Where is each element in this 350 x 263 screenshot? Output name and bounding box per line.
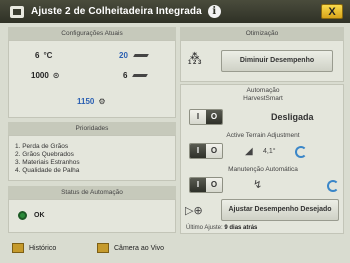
live-camera-label: Câmera ao Vivo bbox=[114, 244, 165, 252]
priorities-header: Prioridades bbox=[8, 122, 176, 135]
angle-value: 4,1° bbox=[263, 148, 276, 155]
last-adjust-value: 9 dias atrás bbox=[224, 225, 258, 231]
steps-label: 1 2 3 bbox=[188, 60, 202, 66]
priorities-list: 1. Perda de Grãos 2. Grãos Quebrados 3. … bbox=[15, 143, 80, 175]
setting-value: 6 bbox=[35, 51, 40, 60]
automation-status-header: Status de Automação bbox=[8, 186, 176, 199]
settings-row-1-left: 6 °C bbox=[35, 51, 52, 60]
last-adjustment: Último Ajuste: 9 dias atrás bbox=[186, 225, 257, 231]
harvest-smart-status: Desligada bbox=[271, 112, 314, 122]
sieve-icon bbox=[132, 74, 149, 77]
harvest-smart-toggle[interactable]: I O bbox=[189, 109, 223, 125]
reduce-performance-button[interactable]: Diminuir Desempenho bbox=[221, 50, 333, 72]
priorities-panel: 1. Perda de Grãos 2. Grãos Quebrados 3. … bbox=[8, 135, 176, 181]
status-ok-icon bbox=[18, 211, 27, 220]
fan-speed-icon: ⚙ bbox=[98, 97, 106, 106]
automation-status-panel: OK bbox=[8, 199, 176, 233]
setting-value: 20 bbox=[119, 51, 128, 60]
settings-row-3: 1150 ⚙ bbox=[77, 97, 106, 106]
setting-value: 1150 bbox=[77, 97, 95, 106]
status-text: OK bbox=[34, 212, 45, 219]
temperature-unit: °C bbox=[43, 51, 53, 60]
toggle-on-option[interactable]: I bbox=[190, 144, 206, 158]
auto-maint-label: Manutenção Automática bbox=[228, 166, 298, 173]
info-icon[interactable]: i bbox=[207, 5, 221, 18]
toggle-off-option[interactable]: O bbox=[206, 110, 222, 124]
ata-label: Active Terrain Adjustment bbox=[226, 132, 300, 139]
optimization-header: Otimização bbox=[180, 27, 344, 40]
harvest-smart-label: HarvestSmart bbox=[243, 95, 283, 102]
camera-icon bbox=[97, 243, 109, 253]
priority-item: 2. Grãos Quebrados bbox=[15, 151, 74, 158]
live-camera-button[interactable]: Câmera ao Vivo bbox=[97, 240, 164, 256]
target-icon: ▷⊕ bbox=[185, 205, 203, 217]
progress-spinner-icon bbox=[295, 146, 307, 158]
title-bar: Ajuste 2 de Colheitadeira Integrada i X bbox=[0, 0, 350, 23]
history-label: Histórico bbox=[29, 244, 57, 252]
settings-row-2-right: 6 bbox=[123, 71, 149, 80]
progress-spinner-icon bbox=[327, 180, 339, 192]
last-adjust-label: Último Ajuste: bbox=[186, 225, 223, 231]
adjust-desired-performance-button[interactable]: Ajustar Desempenho Desejado bbox=[221, 199, 339, 221]
toggle-on-option[interactable]: I bbox=[190, 178, 206, 192]
current-settings-header: Configurações Atuais bbox=[8, 27, 176, 40]
automation-panel: Automação HarvestSmart I O Desligada Act… bbox=[180, 84, 344, 234]
auto-maint-toggle[interactable]: I O bbox=[189, 177, 223, 193]
history-icon bbox=[12, 243, 24, 253]
settings-row-2-left: 1000 ⊙ bbox=[31, 71, 60, 80]
window-app-icon bbox=[10, 5, 24, 18]
sieve-icon bbox=[133, 54, 149, 57]
window-title: Ajuste 2 de Colheitadeira Integrada bbox=[31, 6, 202, 17]
setting-value: 6 bbox=[123, 71, 128, 80]
priority-item: 3. Materiais Estranhos bbox=[15, 159, 80, 166]
gauge-icon: ⊙ bbox=[52, 71, 60, 80]
settings-row-1-right: 20 bbox=[119, 51, 149, 60]
wrench-icon: ↯ bbox=[253, 179, 263, 191]
combine-adjust-window: Ajuste 2 de Colheitadeira Integrada i X … bbox=[0, 0, 350, 263]
steps-icon: ⁂ 1 2 3 bbox=[188, 51, 202, 67]
optimization-panel: ⁂ 1 2 3 Diminuir Desempenho bbox=[180, 40, 344, 82]
toggle-off-option[interactable]: O bbox=[206, 144, 222, 158]
toggle-off-option[interactable]: O bbox=[206, 178, 222, 192]
current-settings-panel: 6 °C 20 1000 ⊙ 6 1150 ⚙ bbox=[8, 40, 176, 118]
setting-value: 1000 bbox=[31, 71, 49, 80]
close-button[interactable]: X bbox=[321, 4, 343, 19]
priority-item: 1. Perda de Grãos bbox=[15, 143, 69, 150]
ata-toggle[interactable]: I O bbox=[189, 143, 223, 159]
priority-item: 4. Qualidade de Palha bbox=[15, 167, 80, 174]
history-button[interactable]: Histórico bbox=[12, 240, 56, 256]
automation-header: Automação bbox=[246, 87, 280, 94]
slope-icon: ◢ bbox=[245, 146, 253, 157]
toggle-on-option[interactable]: I bbox=[190, 110, 206, 124]
